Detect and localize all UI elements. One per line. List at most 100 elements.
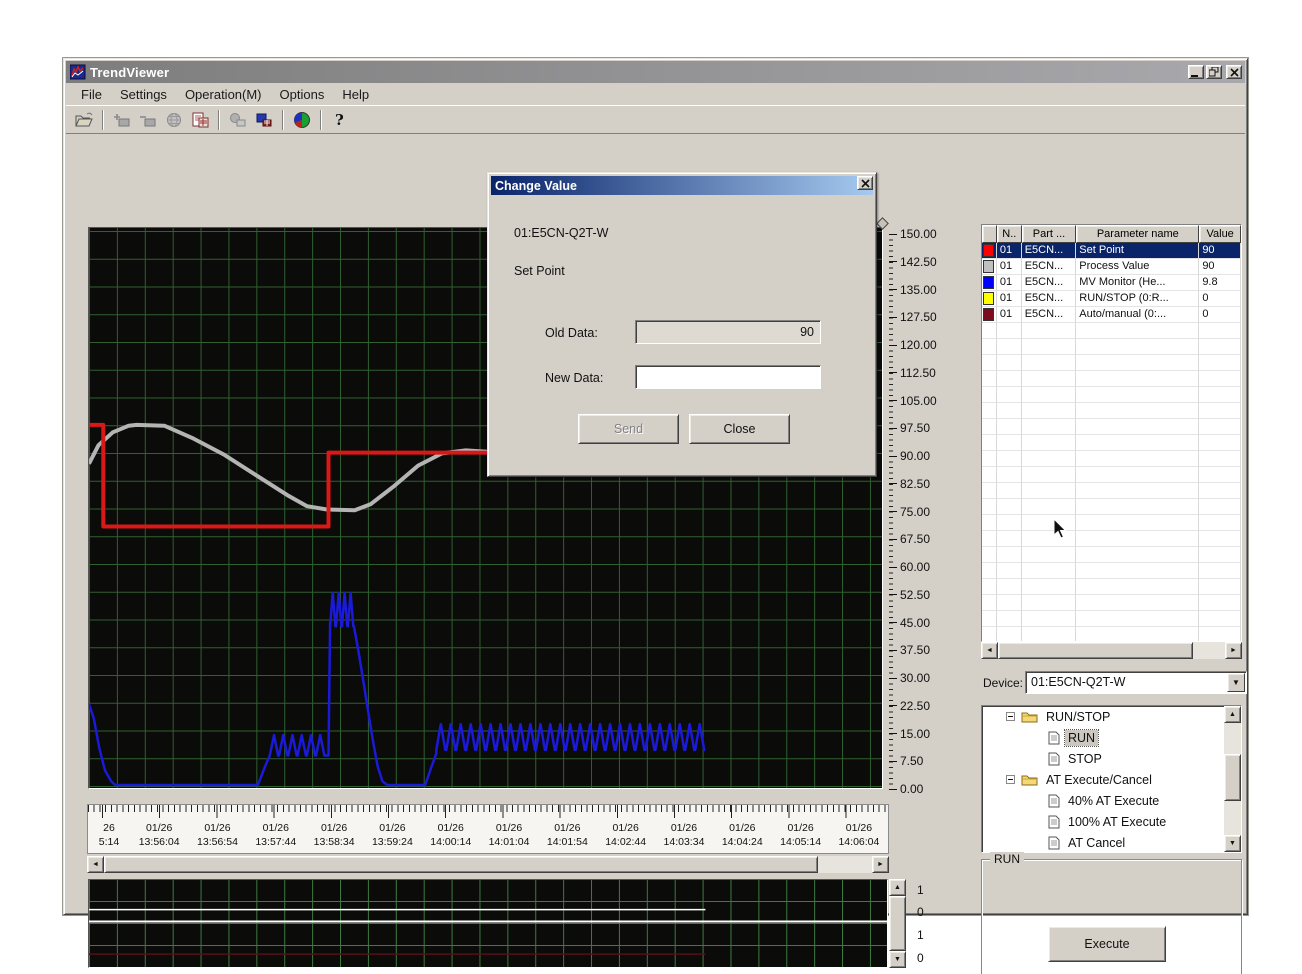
remove-trend-icon[interactable]: [136, 108, 160, 131]
table-row-empty: [982, 595, 1241, 611]
restore-button[interactable]: [1206, 65, 1222, 79]
tree-item-at-execute-cancel[interactable]: AT Execute/Cancel: [982, 769, 1224, 790]
table-cell-empty: [982, 323, 997, 339]
scroll-right-icon[interactable]: [872, 856, 889, 873]
copy-report-icon[interactable]: [188, 108, 212, 131]
table-cell-empty: [1022, 499, 1077, 515]
dialog-device-name: 01:E5CN-Q2T-W: [514, 226, 608, 240]
device-combobox-value: 01:E5CN-Q2T-W: [1031, 675, 1125, 689]
y-tick: [889, 733, 897, 734]
time-label: 01/2614:01:04: [480, 821, 538, 849]
y-tick-text: 135.00: [900, 283, 937, 297]
add-trend-icon[interactable]: [110, 108, 134, 131]
table-cell-empty: [1076, 355, 1199, 371]
tree-item-label: 100% AT Execute: [1065, 814, 1169, 830]
tree-item-run-stop[interactable]: RUN/STOP: [982, 706, 1224, 727]
tree-item-at-cancel[interactable]: AT Cancel: [982, 832, 1224, 853]
menu-help[interactable]: Help: [333, 85, 378, 104]
title-bar[interactable]: TrendViewer: [66, 61, 1245, 83]
time-label: 01/2613:56:54: [188, 821, 246, 849]
table-cell-empty: [982, 627, 997, 642]
scroll-left-icon[interactable]: [87, 856, 104, 873]
send-button[interactable]: Send: [578, 414, 679, 444]
chevron-down-icon[interactable]: [1227, 673, 1245, 692]
table-scrollbar-thumb[interactable]: [998, 642, 1193, 659]
y-tick: [889, 567, 897, 568]
pie-chart-icon[interactable]: [290, 108, 314, 131]
digital-strip-chart[interactable]: [88, 879, 888, 968]
table-row[interactable]: 01E5CN...Process Value90: [982, 259, 1241, 275]
series-color-cell: [982, 275, 997, 291]
time-scrollbar-track[interactable]: [104, 856, 872, 873]
table-header-cell[interactable]: N..: [997, 225, 1022, 243]
y-tick: [889, 400, 897, 401]
menu-operation[interactable]: Operation(M): [176, 85, 271, 104]
table-cell-empty: [982, 371, 997, 387]
table-header-cell[interactable]: [982, 225, 997, 243]
scroll-down-icon[interactable]: [889, 951, 906, 968]
table-row[interactable]: 01E5CN...MV Monitor (He...9.8: [982, 275, 1241, 291]
device-combobox[interactable]: 01:E5CN-Q2T-W: [1025, 671, 1247, 694]
execute-button[interactable]: Execute: [1048, 926, 1166, 962]
table-cell-empty: [1199, 483, 1241, 499]
tree-expander-icon[interactable]: [1006, 712, 1015, 721]
y-axis-label: 112.50: [889, 366, 936, 380]
table-row-empty: [982, 515, 1241, 531]
menu-file[interactable]: File: [72, 85, 111, 104]
scroll-down-icon[interactable]: [1224, 835, 1241, 852]
scroll-up-icon[interactable]: [889, 879, 906, 896]
y-axis-label: 142.50: [889, 255, 937, 269]
strip-scrollbar-track[interactable]: [889, 896, 906, 951]
scroll-up-icon[interactable]: [1224, 706, 1241, 723]
close-button[interactable]: [1226, 65, 1242, 79]
tree-item-100-at-execute[interactable]: 100% AT Execute: [982, 811, 1224, 832]
table-cell-empty: [1022, 435, 1077, 451]
y-tick-text: 127.50: [900, 310, 937, 324]
menu-options[interactable]: Options: [271, 85, 334, 104]
table-header-cell[interactable]: Parameter name: [1076, 225, 1199, 243]
table-header-cell[interactable]: Value: [1199, 225, 1241, 243]
open-file-icon[interactable]: [72, 108, 96, 131]
table-row-empty: [982, 323, 1241, 339]
globe-icon[interactable]: [162, 108, 186, 131]
strip-label: 1: [917, 928, 924, 942]
tree-item-run[interactable]: RUN: [982, 727, 1224, 748]
tree-scrollbar-track[interactable]: [1224, 723, 1241, 835]
table-scrollbar-track[interactable]: [998, 642, 1225, 659]
tree-expander-icon[interactable]: [1006, 775, 1015, 784]
table-cell-empty: [1199, 355, 1241, 371]
tree-item-label: RUN: [1065, 730, 1098, 746]
tree-item-stop[interactable]: STOP: [982, 748, 1224, 769]
table-cell-empty: [1199, 403, 1241, 419]
table-row-empty: [982, 467, 1241, 483]
tree-scrollbar-thumb[interactable]: [1224, 754, 1241, 801]
table-cell-empty: [1199, 531, 1241, 547]
dialog-title-bar[interactable]: Change Value: [491, 176, 873, 195]
tree-item-40-at-execute[interactable]: 40% AT Execute: [982, 790, 1224, 811]
table-cell-no: 01: [997, 275, 1022, 291]
time-label-time: 14:06:04: [830, 835, 888, 849]
dialog-close-icon[interactable]: [857, 176, 873, 190]
y-tick: [889, 456, 897, 457]
y-tick-text: 112.50: [900, 366, 936, 380]
table-row[interactable]: 01E5CN...RUN/STOP (0:R...0: [982, 291, 1241, 307]
scroll-right-icon[interactable]: [1225, 642, 1242, 659]
scroll-left-icon[interactable]: [981, 642, 998, 659]
strip-scrollbar-thumb[interactable]: [889, 896, 906, 951]
toolbar-separator: [282, 110, 284, 130]
table-row[interactable]: 01E5CN...Set Point90: [982, 243, 1241, 259]
tile-windows-icon[interactable]: [252, 108, 276, 131]
minimize-button[interactable]: [1188, 65, 1204, 79]
table-cell-empty: [1076, 627, 1199, 642]
table-row[interactable]: 01E5CN...Auto/manual (0:...0: [982, 307, 1241, 323]
time-scrollbar-thumb[interactable]: [104, 856, 818, 873]
y-tick: [889, 705, 897, 706]
overlay-shapes-icon[interactable]: [226, 108, 250, 131]
time-label: 01/2614:04:24: [713, 821, 771, 849]
help-icon[interactable]: ?: [328, 108, 352, 131]
table-cell-empty: [982, 611, 997, 627]
menu-settings[interactable]: Settings: [111, 85, 176, 104]
close-dialog-button[interactable]: Close: [689, 414, 790, 444]
new-data-field[interactable]: [635, 365, 821, 389]
table-header-cell[interactable]: Part ...: [1022, 225, 1077, 243]
